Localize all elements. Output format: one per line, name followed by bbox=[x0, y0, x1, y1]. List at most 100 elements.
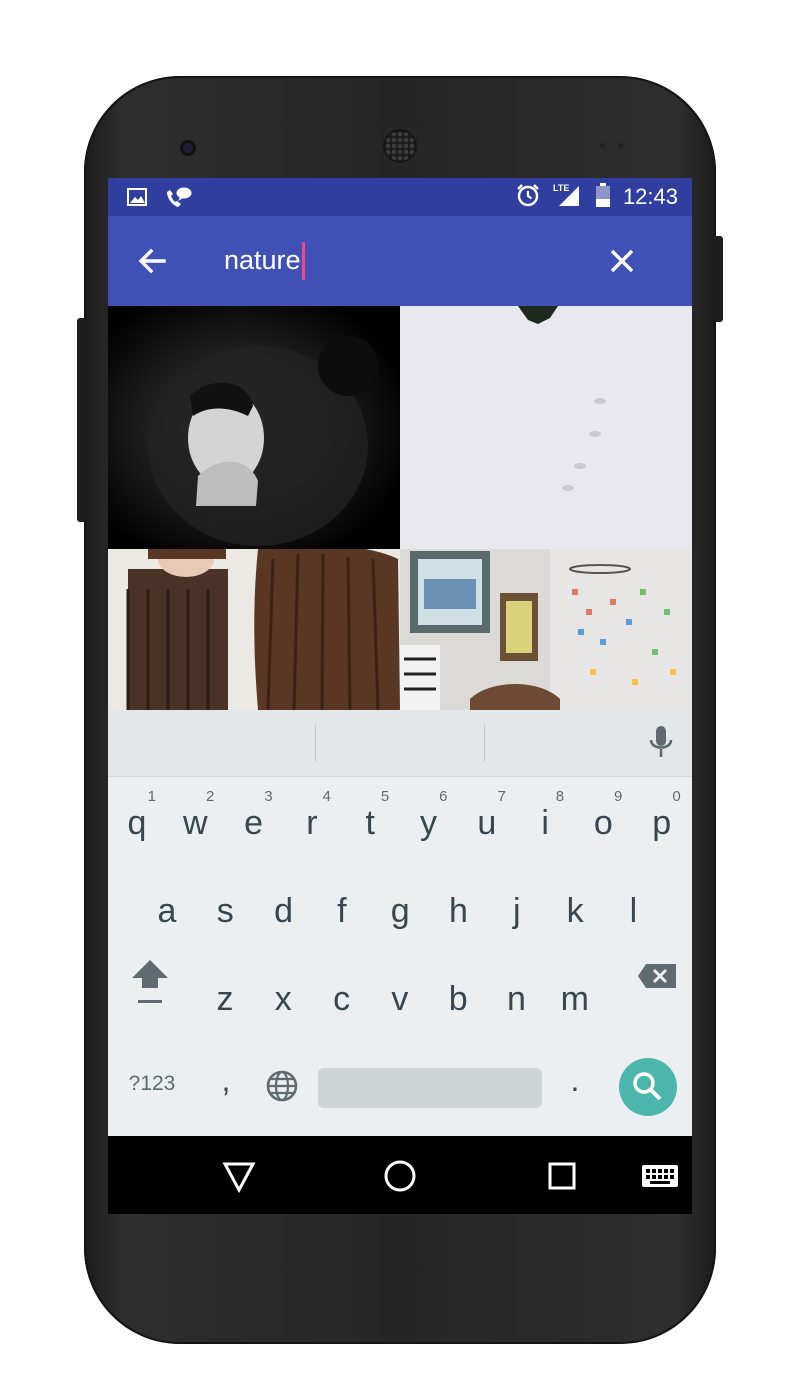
search-input[interactable] bbox=[224, 238, 584, 282]
key[interactable]: k bbox=[546, 870, 604, 950]
key[interactable]: s bbox=[196, 870, 254, 950]
key-label: u bbox=[477, 804, 497, 842]
result-image-snow[interactable] bbox=[400, 306, 692, 549]
result-image-portrait[interactable] bbox=[108, 306, 400, 549]
key[interactable]: i8 bbox=[516, 782, 574, 862]
key[interactable]: e3 bbox=[225, 782, 283, 862]
nav-home-button[interactable] bbox=[378, 1154, 422, 1198]
key[interactable]: d bbox=[255, 870, 313, 950]
close-icon bbox=[610, 249, 634, 273]
key-hint: 5 bbox=[380, 788, 390, 805]
key-label: c bbox=[333, 980, 351, 1018]
key-label: g bbox=[390, 892, 410, 930]
result-image-hair[interactable] bbox=[108, 549, 400, 710]
key-label: d bbox=[274, 892, 294, 930]
screen: LTE 12:43 nature q 1 w 2 e 3 r 4 t 5 y 6… bbox=[108, 178, 692, 1214]
key-label: b bbox=[448, 980, 468, 1018]
key[interactable]: f bbox=[313, 870, 371, 950]
key[interactable]: q1 bbox=[108, 782, 166, 862]
comma-key[interactable]: , bbox=[208, 1062, 244, 1102]
key-label: e bbox=[244, 804, 264, 842]
key-hint: 2 bbox=[205, 788, 215, 805]
power-button bbox=[714, 236, 723, 322]
key-hint: 1 bbox=[147, 788, 156, 805]
image-results-grid bbox=[108, 306, 692, 710]
key[interactable]: t5 bbox=[341, 782, 399, 862]
shift-icon bbox=[132, 960, 168, 1003]
key-label: l bbox=[629, 892, 638, 930]
key[interactable]: h bbox=[430, 870, 488, 950]
key-label: q bbox=[127, 804, 147, 842]
key-label: v bbox=[391, 980, 409, 1018]
status-bar: LTE 12:43 bbox=[108, 178, 692, 216]
key[interactable]: z bbox=[196, 958, 254, 1038]
space-bar[interactable] bbox=[318, 1068, 542, 1108]
key[interactable]: l bbox=[604, 870, 662, 950]
status-clock: 12:43 bbox=[622, 184, 678, 209]
key[interactable]: v bbox=[371, 958, 429, 1038]
globe-icon bbox=[266, 1070, 298, 1102]
key[interactable]: g bbox=[371, 870, 429, 950]
key-label: m bbox=[560, 980, 589, 1018]
key[interactable]: y6 bbox=[400, 782, 458, 862]
nav-recents-button[interactable] bbox=[540, 1154, 584, 1198]
key-hint: 7 bbox=[497, 788, 506, 805]
key[interactable]: x bbox=[254, 958, 312, 1038]
nav-back-button[interactable] bbox=[217, 1154, 261, 1198]
key-label: s bbox=[216, 892, 234, 930]
key[interactable]: c bbox=[313, 958, 371, 1038]
suggestion-strip bbox=[108, 710, 692, 777]
key-hint: 9 bbox=[614, 788, 623, 805]
back-button[interactable] bbox=[134, 243, 170, 279]
mic-button[interactable] bbox=[646, 724, 676, 762]
search-toolbar bbox=[108, 216, 692, 306]
clear-search-button[interactable] bbox=[604, 243, 640, 279]
suggestion-divider bbox=[484, 724, 485, 762]
key-label: j bbox=[513, 892, 521, 930]
chat-call-icon bbox=[164, 186, 192, 215]
key-label: x bbox=[274, 980, 292, 1018]
key[interactable]: r4 bbox=[283, 782, 341, 862]
key-label: w bbox=[183, 804, 208, 842]
key[interactable]: w2 bbox=[166, 782, 224, 862]
image-icon bbox=[126, 186, 148, 215]
period-key[interactable]: . bbox=[560, 1062, 590, 1102]
key[interactable]: a bbox=[138, 870, 196, 950]
lte-signal-icon: LTE bbox=[553, 182, 583, 213]
back-triangle-icon bbox=[222, 1162, 256, 1194]
recents-square-icon bbox=[548, 1162, 576, 1190]
home-circle-icon bbox=[384, 1160, 416, 1192]
navigation-bar bbox=[108, 1136, 692, 1214]
shift-key[interactable] bbox=[122, 948, 178, 1028]
key-label: o bbox=[593, 804, 613, 842]
key[interactable]: p0 bbox=[633, 782, 691, 862]
earpiece-speaker bbox=[383, 129, 417, 163]
key-label: f bbox=[337, 892, 347, 930]
front-camera bbox=[180, 140, 196, 156]
key[interactable]: m bbox=[546, 958, 604, 1038]
key-hint: 0 bbox=[672, 788, 681, 805]
key[interactable]: n bbox=[488, 958, 546, 1038]
key[interactable]: u7 bbox=[458, 782, 516, 862]
key[interactable]: b bbox=[429, 958, 487, 1038]
key-hint: 4 bbox=[322, 788, 331, 805]
alarm-icon bbox=[515, 182, 541, 213]
language-key[interactable] bbox=[264, 1068, 300, 1104]
key-label: y bbox=[420, 804, 437, 842]
backspace-key[interactable] bbox=[624, 948, 680, 1028]
suggestion-divider bbox=[315, 724, 316, 762]
search-key[interactable] bbox=[619, 1058, 677, 1116]
key-hint: 3 bbox=[264, 788, 273, 805]
result-image-room[interactable] bbox=[400, 549, 692, 710]
volume-rocker bbox=[77, 318, 86, 522]
svg-text:LTE: LTE bbox=[553, 183, 569, 193]
key-hint: 6 bbox=[439, 788, 448, 805]
symbols-key[interactable]: ?123 bbox=[122, 1072, 182, 1104]
key-label: t bbox=[365, 804, 375, 842]
light-sensor bbox=[618, 143, 623, 148]
key[interactable]: o9 bbox=[574, 782, 632, 862]
nav-keyboard-button[interactable] bbox=[638, 1154, 682, 1198]
key[interactable]: j bbox=[488, 870, 546, 950]
key-label: a bbox=[157, 892, 177, 930]
soft-keyboard: q1w2e3r4t5y6u7i8o9p0 asdfghjkl zxcvbnm ?… bbox=[108, 710, 692, 1136]
